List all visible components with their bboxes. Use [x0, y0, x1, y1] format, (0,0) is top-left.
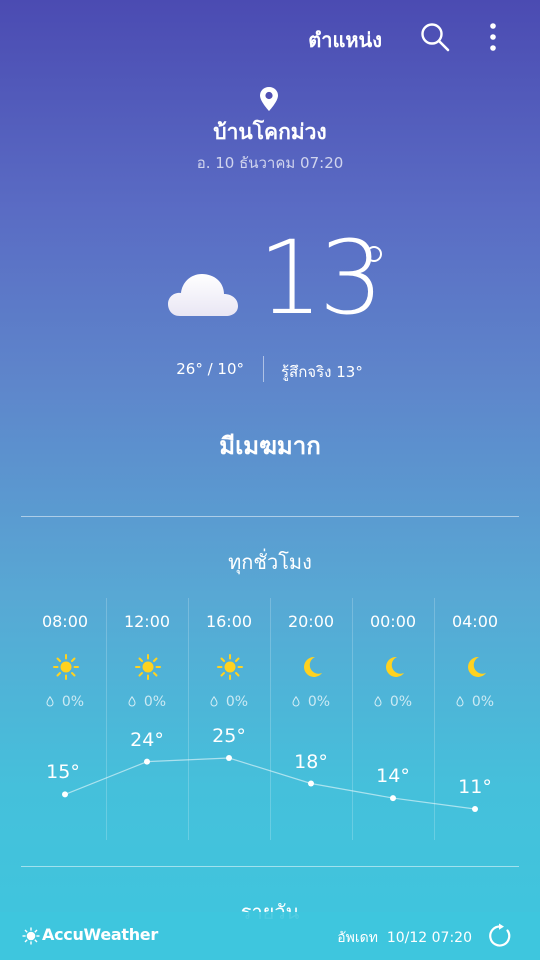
- location-pin-icon: [260, 87, 278, 111]
- feels-like-temperature: รู้สึกจริง 13°: [281, 363, 363, 381]
- moon-icon: [304, 656, 322, 677]
- accuweather-link[interactable]: AccuWeather: [42, 925, 158, 944]
- current-datetime: อ. 10 ธันวาคม 07:20: [196, 154, 344, 172]
- divider: [263, 356, 264, 382]
- hourly-temperature: 18°: [294, 750, 328, 773]
- raindrop-icon: [46, 696, 54, 707]
- precipitation: 0%: [106, 694, 188, 710]
- precipitation-value: 0%: [143, 694, 167, 710]
- precipitation-value: 0%: [225, 694, 249, 710]
- search-icon[interactable]: [419, 21, 451, 53]
- hourly-temperature: 15°: [46, 761, 80, 784]
- hourly-temperature: 14°: [376, 765, 410, 788]
- temperature-point: [472, 806, 478, 812]
- raindrop-icon: [374, 696, 382, 707]
- precipitation: 0%: [24, 694, 106, 710]
- temperature-point: [144, 758, 150, 765]
- sun-icon: [53, 654, 79, 680]
- hour-time: 04:00: [451, 612, 499, 631]
- top-app-bar: ตำแหน่ง: [0, 0, 540, 72]
- precipitation: 0%: [270, 694, 352, 710]
- refresh-icon[interactable]: [487, 923, 513, 949]
- sun-icon: [135, 654, 161, 680]
- temperature-point: [62, 791, 68, 798]
- precipitation: 0%: [434, 694, 516, 710]
- raindrop-icon: [210, 696, 218, 707]
- updated-label: อัพเดท: [337, 930, 378, 946]
- hourly-section-title: ทุกชั่วโมง: [228, 550, 312, 574]
- city-name: บ้านโคกม่วง: [213, 120, 327, 144]
- precipitation: 0%: [188, 694, 270, 710]
- updated-time: 10/12 07:20: [386, 930, 472, 946]
- temperature-point: [308, 780, 314, 787]
- weather-condition: มีเมฆมาก: [219, 432, 321, 460]
- moon-icon: [468, 656, 486, 677]
- precipitation-value: 0%: [61, 694, 85, 710]
- temperature-point: [226, 755, 232, 761]
- raindrop-icon: [292, 696, 300, 707]
- hourly-temperature: 24°: [130, 728, 164, 751]
- hour-time: 12:00: [123, 612, 171, 631]
- hour-time: 16:00: [205, 612, 253, 631]
- moon-icon: [386, 656, 404, 677]
- hour-time: 00:00: [369, 612, 417, 631]
- current-temperature: 13: [258, 219, 384, 338]
- degree-symbol: [366, 246, 382, 262]
- more-options-icon[interactable]: [484, 22, 502, 52]
- divider: [21, 866, 519, 867]
- temperature-point: [390, 795, 396, 802]
- precipitation-value: 0%: [307, 694, 331, 710]
- raindrop-icon: [456, 696, 464, 707]
- sun-icon: [217, 654, 243, 680]
- hour-time: 20:00: [287, 612, 335, 631]
- precipitation-value: 0%: [389, 694, 413, 710]
- raindrop-icon: [128, 696, 136, 707]
- precipitation-value: 0%: [471, 694, 495, 710]
- cloudy-icon: [168, 274, 238, 316]
- accuweather-logo-icon: [22, 927, 40, 945]
- precipitation: 0%: [352, 694, 434, 710]
- location-button[interactable]: ตำแหน่ง: [308, 24, 382, 56]
- hourly-temperature: 11°: [458, 776, 492, 798]
- hour-time: 08:00: [41, 612, 89, 631]
- last-updated: อัพเดท 10/12 07:20: [337, 927, 472, 949]
- hourly-temperature: 25°: [212, 725, 246, 747]
- high-low-temperature: 26° / 10°: [176, 360, 244, 378]
- divider: [21, 516, 519, 517]
